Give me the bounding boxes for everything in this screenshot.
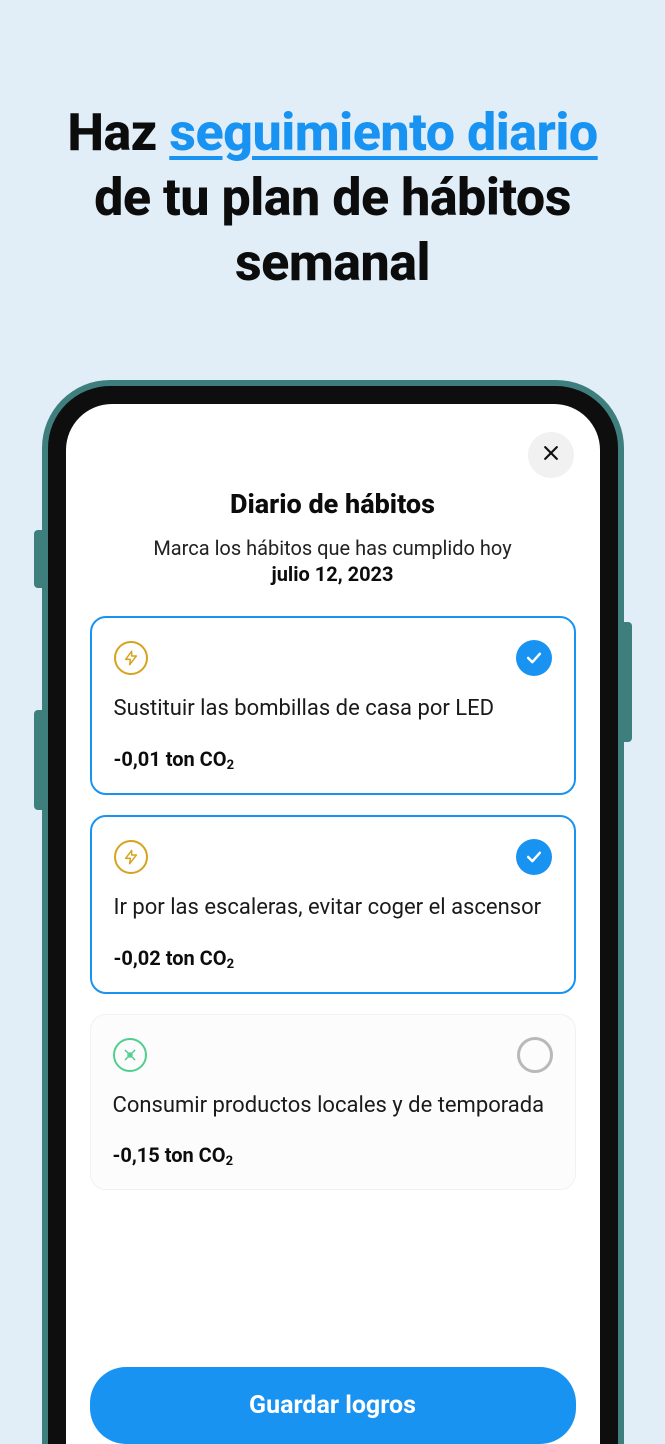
close-icon <box>541 443 561 467</box>
bolt-icon <box>114 641 148 675</box>
habit-card[interactable]: Sustituir las bombillas de casa por LED … <box>90 616 576 795</box>
app-screen: Diario de hábitos Marca los hábitos que … <box>66 404 600 1444</box>
habit-checkbox[interactable] <box>517 1037 553 1073</box>
habit-card[interactable]: Consumir productos locales y de temporad… <box>90 1014 576 1191</box>
promo-headline: Haz seguimiento diario de tu plan de háb… <box>0 0 665 295</box>
promo-text-highlight: seguimiento diario <box>169 102 597 163</box>
habit-title: Consumir productos locales y de temporad… <box>113 1091 553 1122</box>
modal-title: Diario de hábitos <box>90 488 576 520</box>
modal-subtitle: Marca los hábitos que has cumplido hoy <box>90 536 576 560</box>
food-icon <box>113 1038 147 1072</box>
bolt-icon <box>114 840 148 874</box>
save-button-label: Guardar logros <box>249 1391 416 1420</box>
modal-header: Diario de hábitos Marca los hábitos que … <box>90 488 576 586</box>
phone-side-button <box>34 530 42 588</box>
habit-checkbox[interactable] <box>516 839 552 875</box>
close-button[interactable] <box>528 432 574 478</box>
promo-text-post: de tu plan de hábitos semanal <box>94 167 571 293</box>
save-button[interactable]: Guardar logros <box>90 1367 576 1444</box>
habit-title: Sustituir las bombillas de casa por LED <box>114 694 552 725</box>
habit-metric: -0,01 ton CO2 <box>114 747 552 771</box>
habit-metric: -0,15 ton CO2 <box>113 1143 553 1167</box>
promo-text-pre: Haz <box>67 102 169 163</box>
habit-title: Ir por las escaleras, evitar coger el as… <box>114 893 552 924</box>
phone-power-button <box>624 622 632 742</box>
habit-metric: -0,02 ton CO2 <box>114 946 552 970</box>
phone-volume-button <box>34 710 42 810</box>
modal-date: julio 12, 2023 <box>90 562 576 586</box>
habit-card[interactable]: Ir por las escaleras, evitar coger el as… <box>90 815 576 994</box>
habit-list: Sustituir las bombillas de casa por LED … <box>90 616 576 1347</box>
habit-checkbox[interactable] <box>516 640 552 676</box>
phone-mockup: Diario de hábitos Marca los hábitos que … <box>42 380 624 1444</box>
